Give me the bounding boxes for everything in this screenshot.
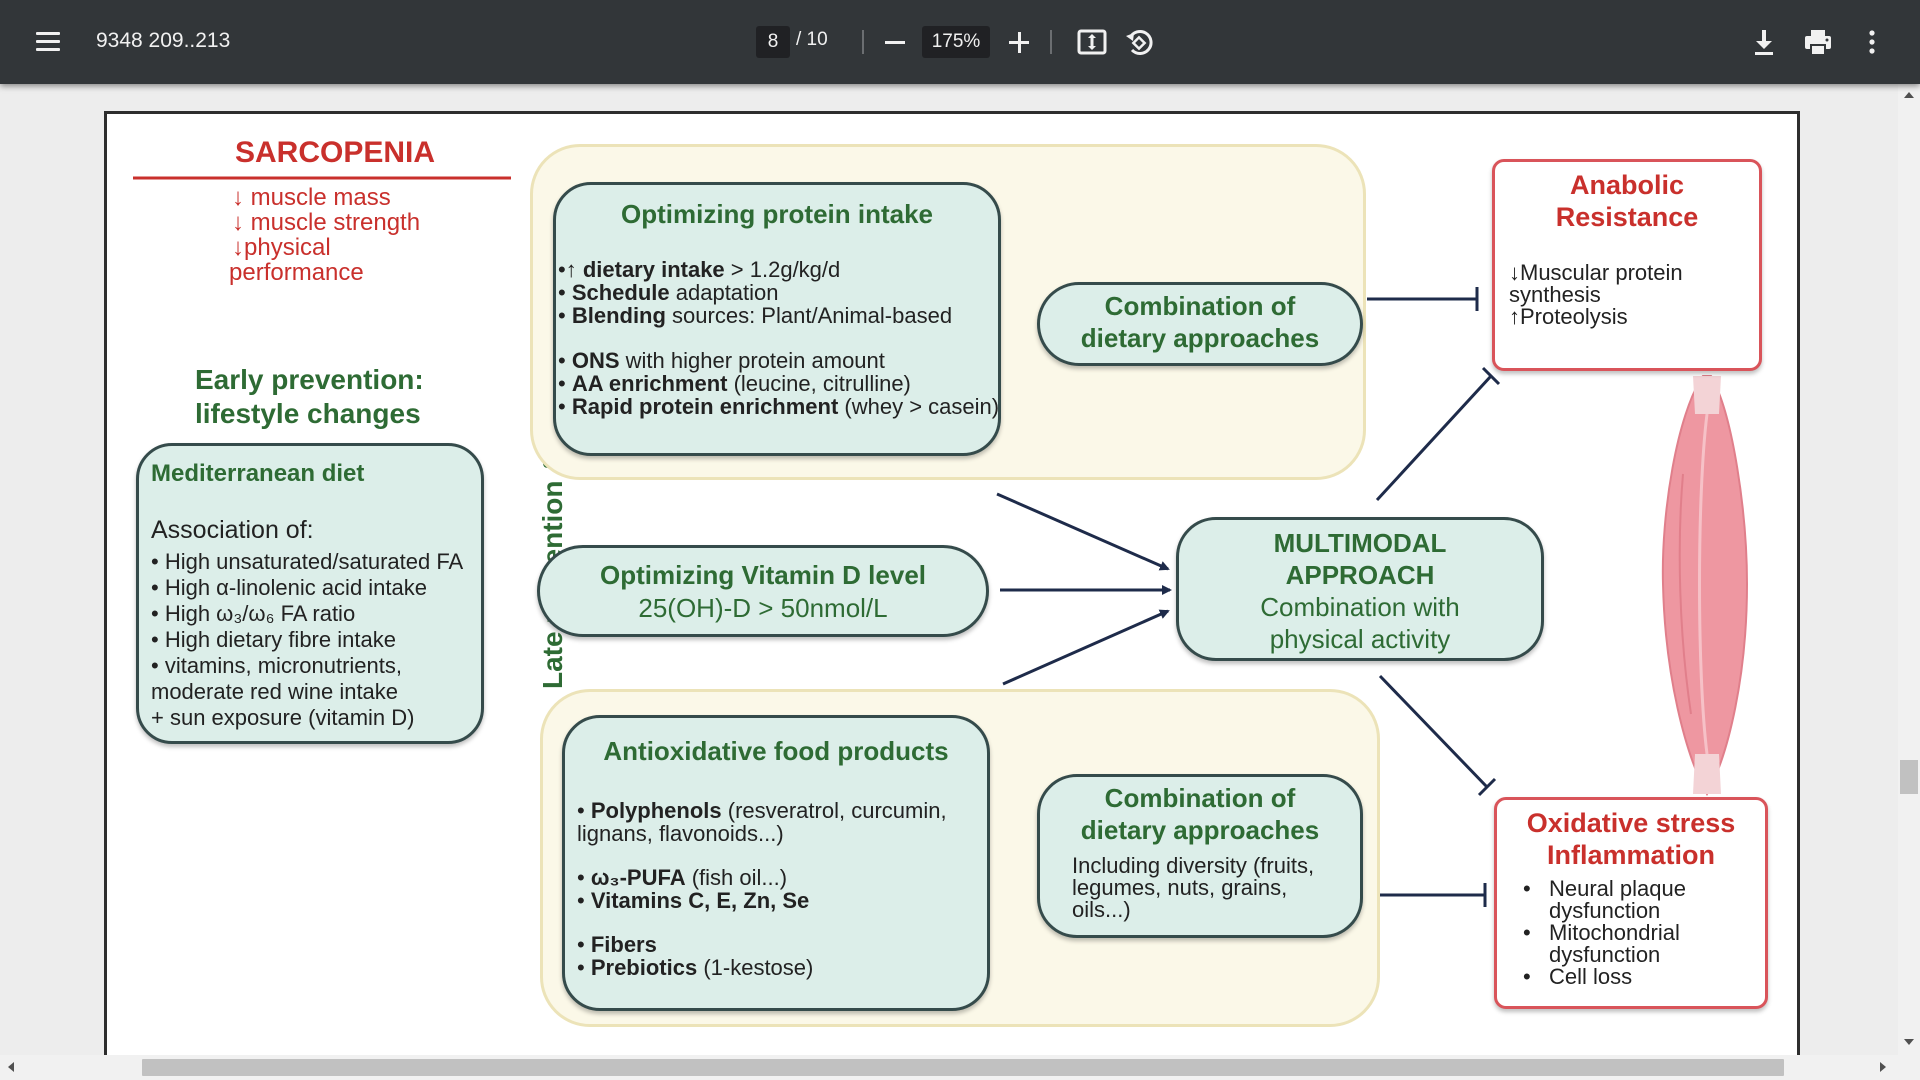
combination-top-title: Combination of [1104, 291, 1296, 321]
oxidative-item: dysfunction [1549, 898, 1661, 923]
pdf-page: SARCOPENIA ↓ muscle mass ↓ muscle streng… [104, 111, 1800, 1055]
mediterranean-diet-title: Mediterranean diet [151, 460, 365, 487]
anabolic-item: ↓Muscular protein [1509, 260, 1683, 285]
diet-item: moderate red wine intake [151, 679, 399, 704]
early-prevention-heading: Early prevention: [195, 364, 424, 395]
multimodal-title: MULTIMODAL [1273, 528, 1447, 558]
document-title: 9348 209..213 [96, 29, 231, 52]
vitamin-d-box: Optimizing Vitamin D level 25(OH)-D > 50… [537, 545, 989, 637]
scroll-right-icon[interactable] [1880, 1062, 1886, 1072]
multimodal-approach-box: MULTIMODAL APPROACH Combination with phy… [1176, 517, 1544, 661]
anabolic-item: synthesis [1509, 282, 1601, 307]
download-icon[interactable] [1746, 24, 1782, 60]
more-options-icon[interactable] [1854, 24, 1890, 60]
fit-page-icon[interactable] [1074, 24, 1110, 60]
pdf-toolbar: 9348 209..213 8 / 10 175% [0, 0, 1920, 84]
scroll-up-icon[interactable] [1904, 92, 1914, 98]
early-prevention-heading: lifestyle changes [195, 398, 421, 429]
oxidative-bullet: • [1523, 964, 1531, 989]
page-number-input[interactable]: 8 [756, 26, 790, 58]
page-total: / 10 [796, 29, 828, 50]
antioxidative-title: Antioxidative food products [603, 736, 949, 766]
pdf-viewer-area[interactable]: SARCOPENIA ↓ muscle mass ↓ muscle streng… [0, 84, 1920, 1055]
zoom-in-icon[interactable] [1004, 26, 1034, 58]
oxidative-title: Inflammation [1546, 840, 1715, 870]
rotate-icon[interactable] [1122, 24, 1158, 60]
antioxidative-box: Antioxidative food products • Polyphenol… [562, 715, 990, 1011]
combination-bottom-text: oils...) [1072, 897, 1131, 922]
multimodal-subtitle: physical activity [1269, 624, 1451, 654]
vertical-scrollbar[interactable] [1898, 84, 1920, 1055]
sarcopenia-line: ↓physical [232, 234, 331, 261]
zoom-out-icon[interactable] [880, 26, 910, 58]
multimodal-title: APPROACH [1285, 560, 1435, 590]
oxidative-item: Cell loss [1549, 964, 1633, 989]
oxidative-title: Oxidative stress [1526, 808, 1736, 838]
scroll-left-icon[interactable] [8, 1062, 14, 1072]
association-label: Association of: [151, 516, 314, 544]
combination-top-box: Combination of dietary approaches [1037, 282, 1363, 366]
diet-item: • High unsaturated/saturated FA [151, 549, 464, 574]
mediterranean-diet-box: Mediterranean diet Association of: • Hig… [136, 443, 484, 744]
menu-icon[interactable] [28, 26, 66, 58]
oxidative-stress-box: Oxidative stress Inflammation • Neural p… [1494, 797, 1768, 1009]
sarcopenia-line: performance [229, 259, 364, 286]
anabolic-title: Anabolic [1569, 170, 1684, 200]
diet-item: • High ω₃/ω₆ FA ratio [151, 601, 356, 626]
protein-item: • Blending sources: Plant/Animal-based [558, 303, 953, 328]
vitamin-d-target: 25(OH)-D > 50nmol/L [638, 593, 888, 623]
protein-item: • Rapid protein enrichment (whey > casei… [558, 394, 1000, 419]
toolbar-divider [862, 30, 864, 54]
anabolic-item: ↑Proteolysis [1509, 304, 1628, 329]
combination-bottom-title: Combination of [1104, 783, 1296, 813]
sarcopenia-line: ↓ muscle mass [232, 184, 391, 211]
combination-bottom-text: Including diversity (fruits, [1072, 853, 1315, 878]
anabolic-resistance-box: Anabolic Resistance ↓Muscular protein sy… [1492, 159, 1762, 371]
horizontal-scrollbar[interactable] [0, 1055, 1920, 1080]
zoom-level-input[interactable]: 175% [922, 26, 990, 58]
oxidative-item: Mitochondrial [1549, 920, 1680, 945]
print-icon[interactable] [1800, 24, 1836, 60]
sarcopenia-title: SARCOPENIA [235, 136, 436, 169]
combination-top-title: dietary approaches [1080, 323, 1320, 353]
antioxidative-item: • Vitamins C, E, Zn, Se [577, 888, 810, 913]
diet-item: • High α-linolenic acid intake [151, 575, 427, 600]
protein-intake-title: Optimizing protein intake [620, 199, 933, 229]
oxidative-item: dysfunction [1549, 942, 1661, 967]
combination-bottom-text: legumes, nuts, grains, [1072, 875, 1288, 900]
vitamin-d-title: Optimizing Vitamin D level [599, 560, 927, 590]
oxidative-item: Neural plaque [1549, 876, 1686, 901]
sarcopenia-line: ↓ muscle strength [232, 209, 421, 236]
multimodal-subtitle: Combination with [1260, 592, 1460, 622]
oxidative-bullet: • [1523, 876, 1531, 901]
antioxidative-item: • Prebiotics (1-kestose) [577, 955, 814, 980]
oxidative-bullet: • [1523, 920, 1531, 945]
vertical-scroll-thumb[interactable] [1900, 760, 1918, 794]
protein-intake-box: Optimizing protein intake •↑ dietary int… [553, 182, 1001, 456]
toolbar-divider [1050, 30, 1052, 54]
antioxidative-item: lignans, flavonoids...) [577, 821, 784, 846]
diet-item: • vitamins, micronutrients, [151, 653, 402, 678]
diet-item: • High dietary fibre intake [151, 627, 396, 652]
scroll-down-icon[interactable] [1904, 1039, 1914, 1045]
horizontal-scroll-thumb[interactable] [142, 1059, 1784, 1076]
anabolic-title: Resistance [1555, 202, 1699, 232]
combination-bottom-title: dietary approaches [1080, 815, 1320, 845]
diet-item: + sun exposure (vitamin D) [151, 705, 415, 730]
combination-bottom-box: Combination of dietary approaches Includ… [1037, 774, 1363, 938]
